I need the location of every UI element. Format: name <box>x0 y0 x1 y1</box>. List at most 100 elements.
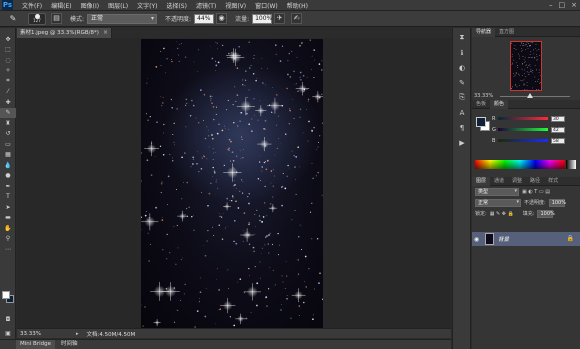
menu-window[interactable]: 窗口(W) <box>255 1 278 10</box>
status-doc-info: 文档:4.50M/4.50M <box>86 331 136 338</box>
brush-panel-icon[interactable]: ✎ <box>453 77 471 88</box>
lock-options-icon[interactable]: ▦ ✎ ✥ 🔒 <box>490 211 514 217</box>
mode-select[interactable]: 正常 <box>87 13 158 24</box>
blend-mode-select[interactable]: 正常 <box>475 198 521 207</box>
document-canvas[interactable] <box>141 39 323 328</box>
adjust-panel-icon[interactable]: ◐ <box>453 62 471 73</box>
green-value[interactable]: 42 <box>551 126 565 133</box>
quick-select-tool-icon[interactable]: ✧ <box>0 66 16 77</box>
brush-tool-icon[interactable]: ✎ <box>0 107 16 118</box>
paragraph-panel-icon[interactable]: ¶ <box>453 122 471 133</box>
clone-source-panel-icon[interactable]: ⎘ <box>453 92 471 103</box>
foreground-color-swatch[interactable] <box>2 291 10 299</box>
canvas-area[interactable] <box>17 38 451 328</box>
navigator-slider-knob[interactable] <box>527 93 533 98</box>
menu-filter[interactable]: 滤镜(T) <box>196 1 216 10</box>
minimize-icon[interactable]: – <box>549 1 553 9</box>
window-controls: – □ × <box>549 1 577 9</box>
fill-field[interactable]: 100% <box>537 209 555 218</box>
history-brush-tool-icon[interactable]: ↺ <box>0 129 16 140</box>
navigator-zoom-slider[interactable] <box>500 96 570 97</box>
navigator-zoom[interactable]: 33.33% <box>474 93 493 99</box>
tools-panel: ✥ ⬚ ◌ ✧ ⌗ ⁄ ✚ ✎ ♜ ↺ ▭ ▦ 💧 ● ✒ T ➤ ▬ ✋ ⚲ … <box>0 28 16 349</box>
tab-navigator[interactable]: 导航器 <box>472 28 496 37</box>
tab-paths[interactable]: 路径 <box>526 177 544 186</box>
status-zoom[interactable]: 33.33% <box>20 331 41 337</box>
filter-toggles-icon[interactable]: ▣ ◐ T ▭ ▤ <box>522 189 550 195</box>
maximize-icon[interactable]: □ <box>559 1 566 9</box>
misc-tool-icon[interactable]: ⋯ <box>0 244 16 255</box>
layer-name[interactable]: 背景 <box>498 235 509 243</box>
menu-help[interactable]: 帮助(H) <box>287 1 308 10</box>
navigator-thumbnail[interactable] <box>510 41 542 91</box>
actions-panel-icon[interactable]: ▶ <box>453 137 471 148</box>
shape-tool-icon[interactable]: ▬ <box>0 213 16 224</box>
menu-file[interactable]: 文件(F) <box>22 1 42 10</box>
clone-stamp-tool-icon[interactable]: ♜ <box>0 118 16 129</box>
tab-styles[interactable]: 样式 <box>544 177 562 186</box>
color-foreground-swatch[interactable] <box>476 117 486 127</box>
menu-type[interactable]: 文字(Y) <box>137 1 157 10</box>
blue-slider[interactable] <box>498 139 548 142</box>
tab-timeline[interactable]: 时间轴 <box>57 340 82 349</box>
menu-layer[interactable]: 图层(L) <box>108 1 128 10</box>
eraser-tool-icon[interactable]: ▭ <box>0 139 16 150</box>
tab-swatches[interactable]: 色板 <box>472 100 490 109</box>
type-tool-icon[interactable]: T <box>0 192 16 203</box>
color-row-b: B 58 <box>492 137 565 144</box>
screen-mode-icon[interactable]: ▣ <box>0 328 16 339</box>
marquee-tool-icon[interactable]: ⬚ <box>0 45 16 56</box>
brush-preset-picker[interactable]: 127 <box>28 12 46 25</box>
status-menu-icon[interactable]: ▸ <box>76 331 79 337</box>
color-spectrum[interactable] <box>475 160 565 169</box>
red-value[interactable]: 30 <box>551 115 565 122</box>
character-panel-icon[interactable]: A <box>453 107 471 118</box>
menu-image[interactable]: 图像(I) <box>81 1 99 10</box>
opacity-pressure-icon[interactable]: ◉ <box>216 13 228 24</box>
layer-filter-select[interactable]: 类型 <box>475 187 519 196</box>
document-tab-title: 素材1.jpeg @ 33.3%(RGB/8*) <box>20 30 99 36</box>
color-tabs: 色板 颜色 <box>472 100 580 109</box>
path-select-tool-icon[interactable]: ➤ <box>0 202 16 213</box>
healing-brush-tool-icon[interactable]: ✚ <box>0 97 16 108</box>
flow-field[interactable]: 100% <box>252 13 272 24</box>
zoom-tool-icon[interactable]: ⚲ <box>0 234 16 245</box>
document-tab[interactable]: 素材1.jpeg @ 33.3%(RGB/8*) × <box>17 28 112 38</box>
brush-tool-preset-icon[interactable]: ✎ <box>2 12 24 26</box>
tab-color[interactable]: 颜色 <box>490 100 509 109</box>
black-white-ramp[interactable] <box>566 160 576 169</box>
quick-mask-icon[interactable]: ◘ <box>0 314 16 325</box>
pen-tool-icon[interactable]: ✒ <box>0 181 16 192</box>
menu-select[interactable]: 选择(S) <box>166 1 187 10</box>
lasso-tool-icon[interactable]: ◌ <box>0 55 16 66</box>
document-close-icon[interactable]: × <box>103 28 108 38</box>
airbrush-icon[interactable]: ✈ <box>274 13 286 24</box>
options-bar: ✎ 127 ▤ 模式: 正常 不透明度: 44% ◉ 流量: 100% ✈ ✍ <box>0 11 580 27</box>
blue-value[interactable]: 58 <box>551 137 565 144</box>
tab-mini-bridge[interactable]: Mini Bridge <box>16 340 55 349</box>
menu-view[interactable]: 视图(V) <box>225 1 246 10</box>
brush-panel-toggle-icon[interactable]: ▤ <box>51 13 62 24</box>
opacity-field[interactable]: 44% <box>194 13 215 24</box>
tab-channels[interactable]: 通道 <box>490 177 508 186</box>
close-icon[interactable]: × <box>571 1 577 9</box>
eye-icon[interactable]: ◉ <box>472 236 481 243</box>
move-tool-icon[interactable]: ✥ <box>0 34 16 45</box>
tab-layers[interactable]: 图层 <box>472 177 491 186</box>
hand-tool-icon[interactable]: ✋ <box>0 223 16 234</box>
crop-tool-icon[interactable]: ⌗ <box>0 76 16 87</box>
green-slider[interactable] <box>498 128 548 131</box>
red-slider[interactable] <box>498 117 548 120</box>
tab-adjustments[interactable]: 调整 <box>508 177 526 186</box>
gradient-tool-icon[interactable]: ▦ <box>0 150 16 161</box>
eyedropper-tool-icon[interactable]: ⁄ <box>0 87 16 98</box>
blur-tool-icon[interactable]: 💧 <box>0 160 16 171</box>
properties-panel-icon[interactable]: ℹ <box>453 47 471 58</box>
menu-edit[interactable]: 编辑(E) <box>51 1 71 10</box>
history-panel-icon[interactable]: ⧗ <box>453 32 471 43</box>
dodge-tool-icon[interactable]: ● <box>0 171 16 182</box>
layer-row-background[interactable]: ◉ 背景 🔒 <box>472 232 580 246</box>
size-pressure-icon[interactable]: ✍ <box>291 13 303 24</box>
tab-histogram[interactable]: 直方图 <box>495 28 518 37</box>
layer-opacity-field[interactable]: 100% <box>548 198 566 207</box>
